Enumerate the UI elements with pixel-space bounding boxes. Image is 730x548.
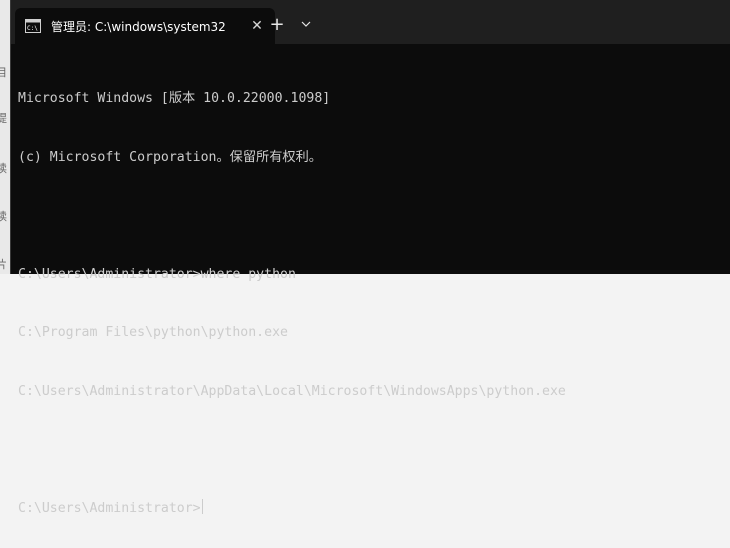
- terminal-window: C:\ 管理员: C:\windows\system32 ✕ + Microso…: [10, 0, 730, 516]
- tab-title: 管理员: C:\windows\system32: [51, 19, 226, 34]
- background-glyph: 提: [0, 112, 7, 125]
- prompt-text: C:\Users\Administrator>: [18, 500, 201, 516]
- console-line: C:\Program Files\python\python.exe: [18, 325, 288, 340]
- command-prompt-icon: C:\: [25, 19, 41, 33]
- tab-command-prompt[interactable]: C:\ 管理员: C:\windows\system32 ✕: [15, 8, 275, 44]
- console-line: Microsoft Windows [版本 10.0.22000.1098]: [18, 91, 331, 106]
- console-line: C:\Users\Administrator>where python: [18, 266, 296, 282]
- background-window-edge: 目 提 读 读 片: [0, 0, 10, 274]
- console-line: C:\Users\Administrator\AppData\Local\Mic…: [18, 383, 566, 399]
- prompt-line[interactable]: C:\Users\Administrator>: [18, 498, 724, 519]
- svg-text:C:\: C:\: [27, 25, 38, 32]
- background-glyph: 读: [0, 162, 7, 175]
- chevron-down-icon[interactable]: [295, 12, 317, 36]
- title-bar: C:\ 管理员: C:\windows\system32 ✕ +: [11, 0, 730, 44]
- background-glyph: 目: [0, 66, 7, 79]
- background-glyph: 读: [0, 210, 7, 223]
- console-output[interactable]: Microsoft Windows [版本 10.0.22000.1098] (…: [18, 50, 724, 516]
- text-cursor: [201, 498, 203, 514]
- background-glyph: 片: [0, 258, 7, 271]
- console-line: (c) Microsoft Corporation。保留所有权利。: [18, 149, 322, 165]
- new-tab-button[interactable]: +: [263, 12, 291, 36]
